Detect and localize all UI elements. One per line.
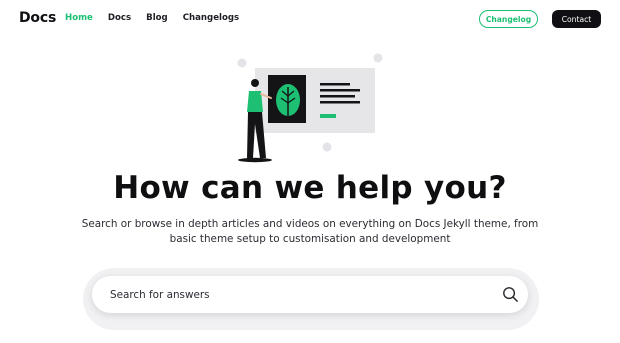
logo[interactable]: Docs xyxy=(19,10,56,26)
search-icon[interactable] xyxy=(502,286,519,303)
nav-item-docs[interactable]: Docs xyxy=(108,13,131,23)
top-navbar: Docs Home Docs Blog Changelogs Changelog… xyxy=(0,0,620,38)
nav-links: Home Docs Blog Changelogs xyxy=(65,13,254,23)
search-input[interactable] xyxy=(110,276,490,313)
changelog-button[interactable]: Changelog xyxy=(479,10,538,28)
page-subtitle-line-2: basic theme setup to customisation and d… xyxy=(169,233,451,245)
page-subtitle-line-1: Search or browse in depth articles and v… xyxy=(81,218,539,230)
page-title: How can we help you? xyxy=(113,170,507,206)
nav-item-blog[interactable]: Blog xyxy=(146,13,168,23)
search-bar[interactable] xyxy=(92,276,528,313)
nav-item-changelogs[interactable]: Changelogs xyxy=(183,13,239,23)
contact-button[interactable]: Contact xyxy=(552,10,601,28)
nav-item-home[interactable]: Home xyxy=(65,13,93,23)
hero-illustration xyxy=(237,53,383,163)
